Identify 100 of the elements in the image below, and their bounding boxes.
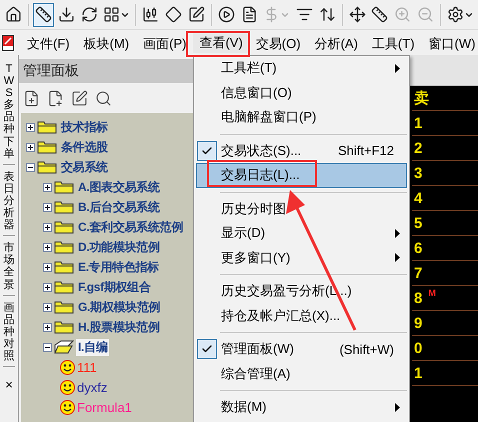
plus-icon [44, 204, 51, 210]
menu-item[interactable]: 数据(M) [196, 395, 407, 420]
candlestick-icon [142, 6, 160, 23]
side-tab[interactable]: 表日分析器 [3, 170, 15, 236]
ruler-icon [371, 6, 388, 23]
app-icon[interactable] [2, 34, 14, 50]
menu-item[interactable]: 管理面板(W) (Shift+W) [196, 337, 407, 362]
plus-icon [44, 284, 51, 290]
menu-item[interactable]: 交易状态(S)... Shift+F12 [196, 138, 407, 163]
folder-icon [54, 260, 74, 274]
menu-bar-item[interactable]: 窗口(W) [422, 32, 478, 52]
plus-icon [44, 244, 51, 250]
expand-toggle[interactable] [43, 262, 52, 272]
tree-folder-item[interactable]: H.股票模块范例 [76, 318, 162, 336]
expand-toggle[interactable] [43, 222, 52, 232]
expand-toggle[interactable] [43, 302, 52, 312]
collapse-toggle[interactable] [26, 162, 35, 172]
menu-item[interactable]: 综合管理(A) [196, 362, 407, 386]
menu-item[interactable]: 历史分时图 [196, 196, 407, 221]
edit-icon [188, 6, 206, 23]
tree-folder-item[interactable]: I.自编 [76, 338, 110, 356]
menu-item[interactable]: 显示(D) [196, 221, 407, 246]
tree-folder-item[interactable]: 交易系统 [59, 158, 110, 176]
edit-icon[interactable] [71, 90, 88, 106]
formula-item[interactable]: dyxfz [77, 380, 108, 394]
submenu-arrow-icon [395, 253, 400, 262]
folder-icon [37, 120, 57, 134]
column-header: 卖 [414, 88, 429, 108]
play-icon [218, 6, 236, 23]
folder-icon [54, 220, 74, 234]
tree-folder-item[interactable]: F.gsf期权组合 [76, 278, 153, 296]
tree-folder-item[interactable]: E.专用特色指标 [76, 258, 161, 276]
tree-folder-item[interactable]: 条件选股 [59, 138, 110, 156]
row-marker: M [428, 288, 436, 298]
plus-icon [44, 304, 51, 310]
menu-bar-item[interactable]: 工具(T) [364, 32, 422, 52]
menu-bar-item[interactable]: 板块(M) [76, 32, 136, 52]
side-tab[interactable]: 市场全景 [3, 242, 15, 296]
folder-icon [37, 140, 57, 154]
folder-icon [37, 160, 57, 174]
toolbar-button[interactable] [32, 2, 54, 26]
search-icon[interactable] [95, 90, 112, 106]
submenu-arrow-icon [395, 402, 400, 412]
plus-icon [44, 224, 51, 230]
shortcut-label: (Shift+W) [339, 342, 394, 357]
menu-bar-item[interactable]: 分析(A) [308, 32, 365, 52]
folder-icon [54, 200, 74, 214]
zoom-in-icon [394, 6, 412, 23]
menu-bar-item[interactable]: 画面(P) [136, 32, 194, 52]
add-file-icon[interactable] [47, 90, 64, 106]
smiley-icon [60, 400, 75, 414]
menu-bar-item[interactable]: 查看(V) [193, 32, 249, 52]
menu-bar-item[interactable]: 交易(O) [248, 32, 308, 52]
tree-folder-item[interactable]: A.图表交易系统 [76, 178, 162, 196]
expand-toggle[interactable] [43, 322, 52, 332]
tree-folder-item[interactable]: C.套利交易系统范例 [76, 218, 186, 236]
menu-item[interactable]: 信息窗口(O) [196, 80, 407, 105]
panel-title: 管理面板 [23, 62, 79, 80]
row-number: 2 [414, 140, 422, 156]
row-number: 1 [414, 114, 422, 132]
refresh-icon [80, 6, 98, 23]
row-number: 1 [414, 364, 422, 382]
menu-bar-item[interactable]: 文件(F) [20, 32, 77, 52]
row-number: 8 [414, 290, 422, 306]
expand-toggle[interactable] [26, 122, 35, 132]
download-icon [58, 6, 75, 23]
home-icon [4, 6, 22, 23]
expand-toggle[interactable] [43, 182, 52, 192]
new-file-icon[interactable] [23, 90, 40, 106]
side-tab[interactable]: TWS多品种下单 [3, 63, 15, 165]
close-button[interactable]: × [5, 377, 13, 392]
menu-item[interactable]: 电脑解盘窗口(P) [196, 105, 407, 130]
smiley-icon [60, 380, 75, 394]
expand-toggle[interactable] [43, 282, 52, 292]
tree-folder-item[interactable]: 技术指标 [59, 118, 110, 136]
plus-icon [44, 264, 51, 270]
tree-folder-item[interactable]: B.后台交易系统 [76, 198, 162, 216]
zoom-out-icon [417, 6, 434, 23]
plus-icon [27, 144, 34, 150]
collapse-toggle[interactable] [43, 342, 52, 352]
row-number: 6 [414, 240, 422, 256]
menu-item[interactable]: 持仓及帐户汇总(X)... [196, 304, 407, 328]
grid-icon [103, 6, 120, 23]
row-number: 7 [414, 264, 422, 282]
tree-folder-item[interactable]: G.期权模块范例 [76, 298, 162, 316]
menu-item[interactable]: 工具栏(T) [196, 56, 407, 80]
menu-item[interactable]: 交易日志(L)... [196, 163, 407, 188]
submenu-arrow-icon [395, 228, 400, 238]
tree-folder-item[interactable]: D.功能模块范例 [76, 238, 162, 256]
row-number: 0 [414, 340, 422, 356]
expand-toggle[interactable] [26, 142, 35, 152]
menu-item[interactable]: 更多窗口(Y) [196, 246, 407, 270]
document-icon [241, 6, 258, 23]
side-tab[interactable]: 画品种对照 [3, 302, 15, 368]
expand-toggle[interactable] [43, 202, 52, 212]
move-icon [348, 6, 366, 23]
row-number: 9 [414, 314, 422, 332]
row-number: 3 [414, 164, 422, 182]
expand-toggle[interactable] [43, 242, 52, 252]
folder-icon [54, 240, 74, 254]
